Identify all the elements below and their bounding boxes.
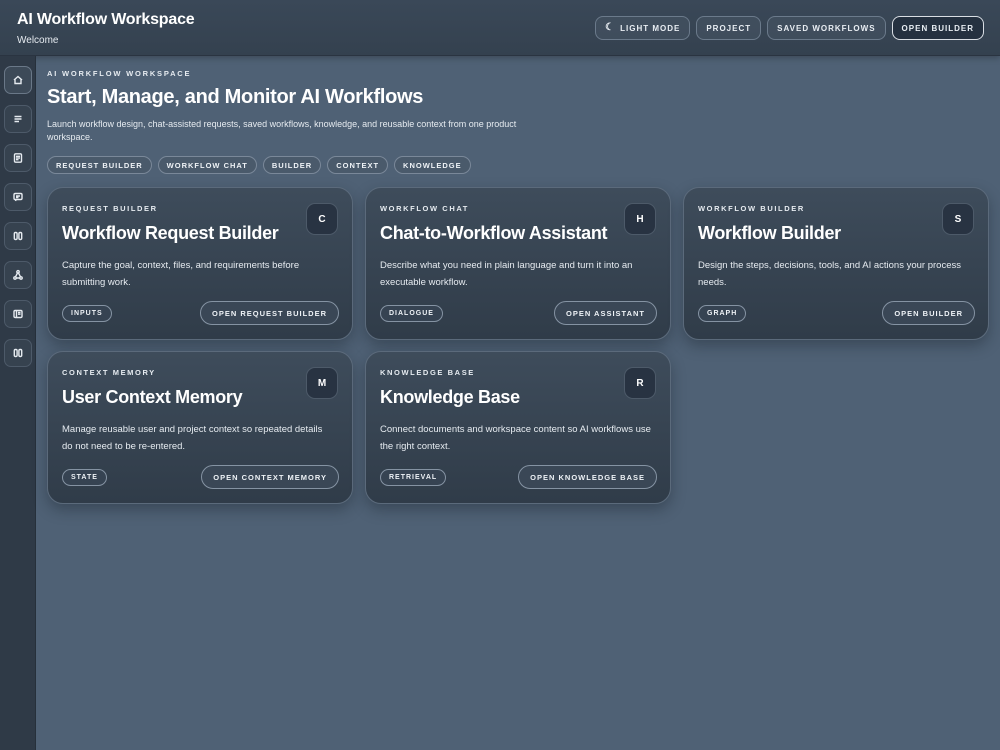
card-description: Design the steps, decisions, tools, and … [698,260,961,288]
rail-book-button[interactable] [4,300,32,328]
rail-document-button[interactable] [4,144,32,172]
rail-columns-button[interactable] [4,222,32,250]
chip-workflow-chat[interactable]: Workflow Chat [157,156,257,174]
card-badge: H [624,203,656,235]
card-description: Capture the goal, context, files, and re… [62,260,300,288]
card-tag: Retrieval [380,469,447,486]
open-context-memory-button[interactable]: Open Context Memory [201,465,339,489]
rail-graph-button[interactable] [4,261,32,289]
card-request-builder: REQUEST BUILDER C Workflow Request Build… [47,187,353,340]
open-request-builder-button[interactable]: Open Request Builder [199,301,339,325]
card-badge: R [624,367,656,399]
card-badge: M [306,367,338,399]
rail-columns-button-2[interactable] [4,339,32,367]
saved-workflows-button[interactable]: Saved Workflows [767,16,886,40]
card-title: Knowledge Base [380,387,520,407]
page-title: Start, Manage, and Monitor AI Workflows [47,86,424,108]
card-knowledge-base: KNOWLEDGE BASE R Knowledge Base Connect … [365,351,671,504]
light-mode-button[interactable]: ☾ Light Mode [595,16,691,40]
card-description: Manage reusable user and project context… [62,424,323,452]
app-title: AI Workflow Workspace [17,11,195,28]
chip-context[interactable]: Context [327,156,389,174]
card-badge: S [942,203,974,235]
card-workflow-chat: WORKFLOW CHAT H Chat-to-Workflow Assista… [365,187,671,340]
card-title: Chat-to-Workflow Assistant [380,223,608,243]
light-mode-label: Light Mode [620,23,681,33]
card-title: Workflow Request Builder [62,223,279,243]
section-chips: Request Builder Workflow Chat Builder Co… [47,156,471,174]
open-builder-header-button[interactable]: Open Builder [891,16,984,40]
card-eyebrow: WORKFLOW BUILDER [698,204,805,213]
card-tag: Graph [698,305,747,322]
page-eyebrow: AI WORKFLOW WORKSPACE [47,69,192,78]
project-button[interactable]: Project [696,16,762,40]
open-knowledge-base-button[interactable]: Open Knowledge Base [518,465,657,489]
card-tag: Dialogue [380,305,443,322]
chip-builder[interactable]: Builder [262,156,322,174]
menu-lines-icon [14,115,22,123]
chat-icon [13,192,23,202]
card-description: Describe what you need in plain language… [380,260,633,288]
rail-chat-button[interactable] [4,183,32,211]
moon-icon: ☾ [605,22,616,33]
card-description: Connect documents and workspace content … [380,424,651,452]
home-icon [13,75,23,85]
card-badge: C [306,203,338,235]
page-description: Launch workflow design, chat-assisted re… [47,119,517,142]
card-eyebrow: KNOWLEDGE BASE [380,368,475,377]
columns-icon [13,231,23,241]
document-icon [13,153,23,163]
side-rail [0,56,36,750]
open-builder-button[interactable]: Open Builder [882,301,975,325]
card-title: Workflow Builder [698,223,841,243]
graph-nodes-icon [13,269,23,280]
book-icon [13,309,23,319]
open-assistant-button[interactable]: Open Assistant [553,301,657,325]
card-eyebrow: WORKFLOW CHAT [380,204,469,213]
chip-request-builder[interactable]: Request Builder [47,156,152,174]
card-eyebrow: REQUEST BUILDER [62,204,158,213]
columns-icon [13,348,23,358]
card-tag: Inputs [62,305,112,322]
rail-home-button[interactable] [4,66,32,94]
card-context-memory: CONTEXT MEMORY M User Context Memory Man… [47,351,353,504]
top-header: AI Workflow Workspace Welcome ☾ Light Mo… [0,0,1000,56]
rail-menu-button[interactable] [4,105,32,133]
card-workflow-builder: WORKFLOW BUILDER S Workflow Builder Desi… [683,187,989,340]
card-title: User Context Memory [62,387,243,407]
card-eyebrow: CONTEXT MEMORY [62,368,156,377]
chip-knowledge[interactable]: Knowledge [394,156,471,174]
header-actions: ☾ Light Mode Project Saved Workflows Ope… [595,16,984,40]
app-subtitle: Welcome [17,35,59,46]
card-tag: State [62,469,107,486]
